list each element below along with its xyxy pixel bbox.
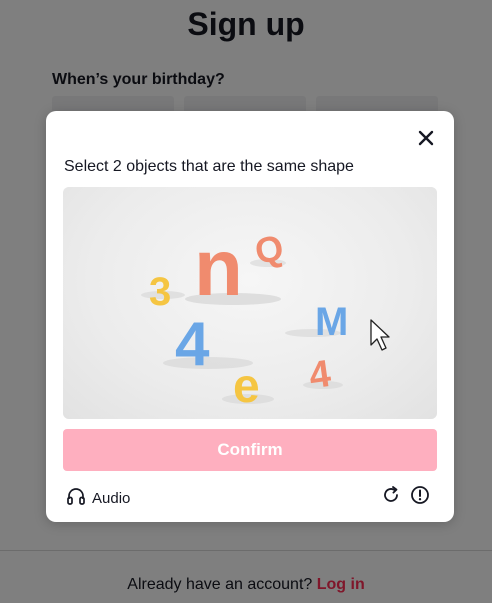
audio-label: Audio	[92, 490, 131, 507]
object-3-label: 3	[149, 270, 171, 314]
close-icon[interactable]	[416, 128, 436, 148]
report-icon[interactable]	[410, 485, 430, 505]
captcha-modal: Select 2 objects that are the same shape…	[46, 111, 454, 522]
object-4-orange[interactable]: 4	[306, 353, 333, 398]
headphones-icon	[66, 487, 86, 510]
object-e-label: e	[233, 360, 260, 413]
cursor-icon	[370, 319, 390, 351]
captcha-objects: n Q 3 4 M e 4	[141, 223, 390, 413]
object-4-blue-label: 4	[175, 310, 210, 379]
object-4-orange-label: 4	[306, 353, 333, 398]
object-n[interactable]: n	[194, 223, 243, 312]
audio-button[interactable]: Audio	[66, 487, 130, 510]
captcha-instruction: Select 2 objects that are the same shape	[64, 158, 354, 175]
object-m[interactable]: M	[315, 300, 348, 344]
object-3[interactable]: 3	[149, 270, 171, 314]
object-q[interactable]: Q	[252, 227, 287, 272]
object-m-label: M	[315, 300, 348, 344]
refresh-icon[interactable]	[381, 485, 401, 505]
confirm-button[interactable]: Confirm	[63, 429, 437, 471]
object-e[interactable]: e	[233, 360, 260, 413]
object-q-label: Q	[252, 227, 287, 272]
object-4-blue[interactable]: 4	[175, 310, 210, 379]
captcha-image[interactable]: n Q 3 4 M e 4	[63, 187, 437, 419]
object-n-label: n	[194, 223, 243, 312]
